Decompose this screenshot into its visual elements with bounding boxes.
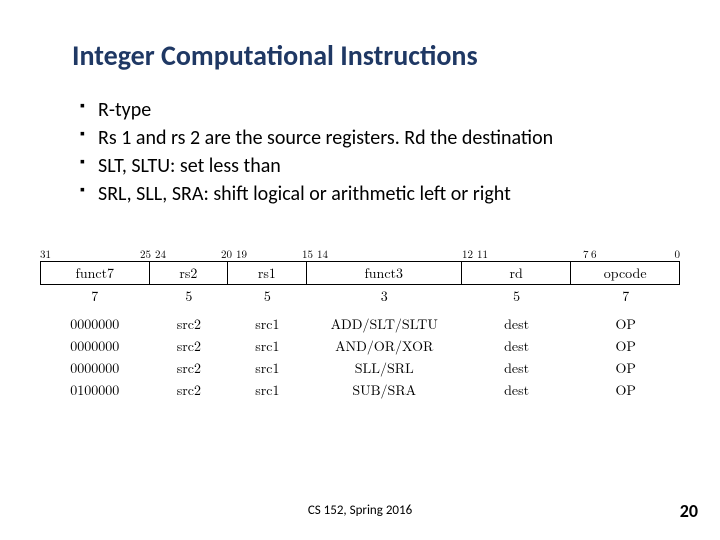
- bit-label: 7: [583, 247, 589, 262]
- bit-label: 19: [236, 247, 247, 262]
- width-opcode: 7: [571, 285, 680, 307]
- field-row: funct7 rs2 rs1 funct3 rd opcode: [40, 261, 680, 285]
- field-rs2: rs2: [150, 261, 229, 285]
- width-funct3: 3: [307, 285, 462, 307]
- bit-label: 6: [591, 247, 597, 262]
- bullet-item: R-type: [80, 97, 660, 123]
- field-rd: rd: [462, 261, 572, 285]
- cell-funct3: SUB/SRA: [307, 379, 462, 401]
- bit-label: 15: [302, 247, 313, 262]
- cell-rd: dest: [462, 313, 572, 335]
- cell-opcode: OP: [571, 357, 680, 379]
- encoding-row: 0100000 src2 src1 SUB/SRA dest OP: [40, 379, 680, 401]
- instruction-format-diagram: 31 25 24 20 19 15 14 12 11 7 6 0 funct7 …: [20, 247, 700, 401]
- width-rd: 5: [462, 285, 572, 307]
- bit-label: 14: [317, 247, 328, 262]
- cell-funct7: 0000000: [40, 313, 150, 335]
- field-funct7: funct7: [40, 261, 150, 285]
- cell-rd: dest: [462, 335, 572, 357]
- cell-funct3: SLL/SRL: [307, 357, 462, 379]
- width-rs2: 5: [150, 285, 229, 307]
- cell-funct7: 0000000: [40, 357, 150, 379]
- bullet-item: SLT, SLTU: set less than: [80, 153, 660, 179]
- bit-label: 11: [477, 247, 488, 262]
- cell-funct3: AND/OR/XOR: [307, 335, 462, 357]
- cell-funct7: 0000000: [40, 335, 150, 357]
- bullet-item: Rs 1 and rs 2 are the source registers. …: [80, 125, 660, 151]
- cell-rs1: src1: [228, 379, 307, 401]
- bullet-list: R-type Rs 1 and rs 2 are the source regi…: [80, 97, 660, 207]
- cell-rs1: src1: [228, 357, 307, 379]
- cell-opcode: OP: [571, 379, 680, 401]
- footer-text: CS 152, Spring 2016: [0, 503, 720, 518]
- cell-rd: dest: [462, 379, 572, 401]
- bit-label: 20: [221, 247, 232, 262]
- cell-rs2: src2: [150, 313, 229, 335]
- page-number: 20: [680, 500, 698, 522]
- bit-label: 12: [462, 247, 473, 262]
- slide-title: Integer Computational Instructions: [72, 38, 660, 73]
- bit-label: 24: [155, 247, 166, 262]
- cell-rd: dest: [462, 357, 572, 379]
- field-funct3: funct3: [307, 261, 462, 285]
- encoding-row: 0000000 src2 src1 ADD/SLT/SLTU dest OP: [40, 313, 680, 335]
- cell-rs2: src2: [150, 357, 229, 379]
- width-rs1: 5: [228, 285, 307, 307]
- cell-opcode: OP: [571, 313, 680, 335]
- cell-opcode: OP: [571, 335, 680, 357]
- encoding-row: 0000000 src2 src1 AND/OR/XOR dest OP: [40, 335, 680, 357]
- bit-label: 0: [675, 247, 681, 262]
- cell-rs2: src2: [150, 379, 229, 401]
- encoding-row: 0000000 src2 src1 SLL/SRL dest OP: [40, 357, 680, 379]
- bit-label: 25: [140, 247, 151, 262]
- bullet-item: SRL, SLL, SRA: shift logical or arithmet…: [80, 181, 660, 207]
- cell-rs2: src2: [150, 335, 229, 357]
- bit-label: 31: [40, 247, 51, 262]
- cell-rs1: src1: [228, 335, 307, 357]
- width-row: 7 5 5 3 5 7: [40, 285, 680, 307]
- bit-number-row: 31 25 24 20 19 15 14 12 11 7 6 0: [40, 247, 680, 261]
- cell-rs1: src1: [228, 313, 307, 335]
- field-opcode: opcode: [571, 261, 680, 285]
- width-funct7: 7: [40, 285, 150, 307]
- field-rs1: rs1: [228, 261, 307, 285]
- slide: Integer Computational Instructions R-typ…: [0, 0, 720, 540]
- cell-funct3: ADD/SLT/SLTU: [307, 313, 462, 335]
- cell-funct7: 0100000: [40, 379, 150, 401]
